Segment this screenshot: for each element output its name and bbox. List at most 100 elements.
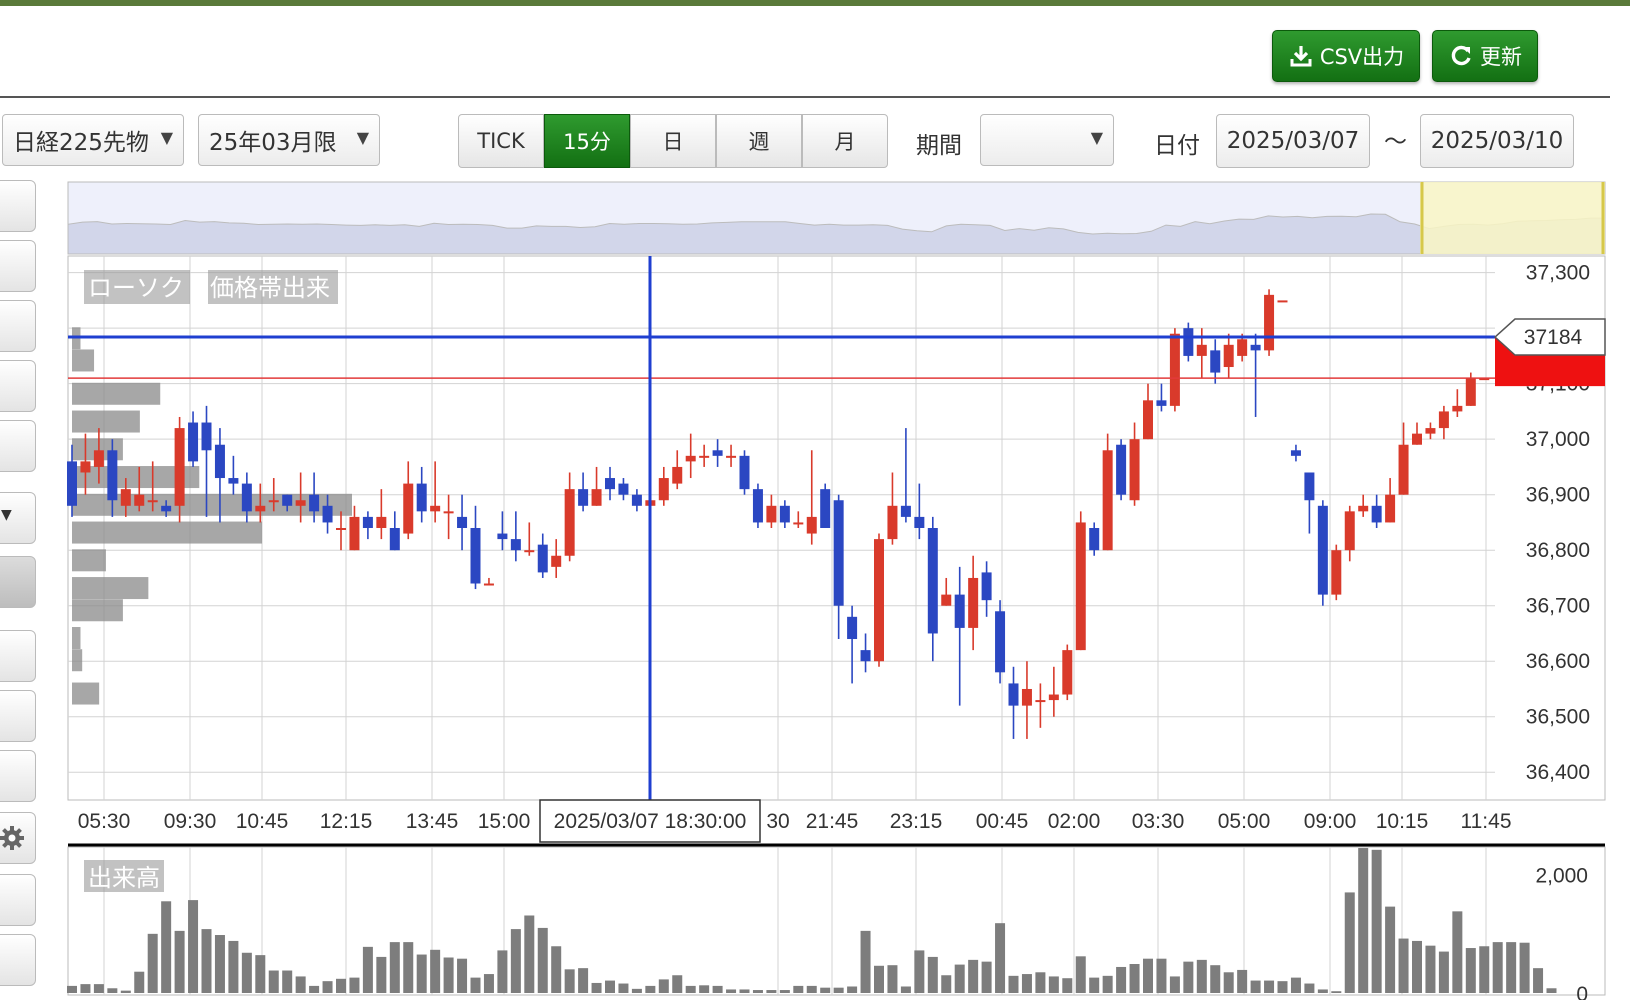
candle-body xyxy=(147,500,158,503)
candle-body xyxy=(1035,700,1046,703)
volume-bar xyxy=(201,929,212,993)
candle-body xyxy=(618,483,629,495)
candle-body xyxy=(282,494,293,506)
volume-bar xyxy=(295,976,306,993)
candle-body xyxy=(403,483,414,534)
price-tick-label: 36,700 xyxy=(1526,595,1590,618)
candle-body xyxy=(201,422,212,451)
candle-body xyxy=(1169,333,1180,406)
time-tick-label: 21:45 xyxy=(806,810,859,833)
candle-body xyxy=(1264,294,1275,351)
volume-bar xyxy=(93,984,104,993)
volume-bar xyxy=(1143,958,1153,993)
candle-body xyxy=(551,555,562,567)
candle-body xyxy=(349,516,360,551)
volume-bar xyxy=(214,935,225,993)
candle-body xyxy=(268,500,279,503)
volume-bar xyxy=(389,942,400,993)
volume-bar xyxy=(806,985,817,993)
candle-body xyxy=(1089,528,1100,551)
candle-body xyxy=(161,505,172,512)
candle-body xyxy=(255,505,266,512)
volume-profile-bar xyxy=(72,521,263,544)
volume-bar xyxy=(631,988,642,993)
volume-profile-bar xyxy=(72,577,149,600)
volume-bar xyxy=(1412,940,1422,993)
volume-bar xyxy=(1304,983,1315,993)
volume-bar xyxy=(1277,981,1288,993)
candle-body xyxy=(1425,428,1436,434)
candle-body xyxy=(1156,400,1167,406)
volume-bar xyxy=(107,988,118,993)
candle-body xyxy=(1250,344,1261,351)
time-tick-label: 12:15 xyxy=(320,810,373,833)
volume-bar xyxy=(524,915,535,993)
volume-bar xyxy=(1290,977,1301,993)
candle-body xyxy=(968,577,979,628)
price-tick-label: 36,800 xyxy=(1526,539,1590,562)
navigator-range-selector[interactable] xyxy=(1420,182,1605,254)
candle-body xyxy=(1196,344,1207,356)
volume-bar xyxy=(968,959,979,993)
volume-bar xyxy=(779,990,790,993)
time-tick-label: 09:00 xyxy=(1304,810,1357,833)
volume-bar xyxy=(699,985,710,993)
volume-bar xyxy=(120,990,131,993)
volume-bar xyxy=(874,965,884,993)
candle-body xyxy=(1290,450,1301,456)
volume-bar xyxy=(995,923,1006,993)
time-tick-label: 09:30 xyxy=(164,810,217,833)
time-tick-label: 10:15 xyxy=(1376,810,1429,833)
price-tick-label: 36,500 xyxy=(1526,706,1590,729)
time-tick-label: 23:15 xyxy=(890,810,943,833)
candle-body xyxy=(672,466,683,484)
volume-bar xyxy=(739,989,750,993)
candle-body xyxy=(1223,344,1234,368)
volume-bar xyxy=(309,985,320,993)
candle-body xyxy=(295,500,306,506)
volume-bar xyxy=(860,930,871,993)
time-tick-label: 10:45 xyxy=(236,810,289,833)
volume-bar xyxy=(1317,989,1328,993)
candle-body xyxy=(1048,694,1059,701)
candle-body xyxy=(941,594,952,606)
candle-body xyxy=(1210,350,1221,373)
time-tick-label: 03:30 xyxy=(1132,810,1185,833)
volume-profile-bar xyxy=(72,627,81,650)
candle-body xyxy=(241,483,252,512)
candle-body xyxy=(887,505,898,540)
volume-bar xyxy=(833,987,844,993)
volume-bar xyxy=(1438,951,1449,993)
volume-bar xyxy=(726,989,737,993)
volume-bar xyxy=(658,979,669,993)
candle-body xyxy=(874,539,884,662)
candle-body xyxy=(524,550,535,553)
candle-body xyxy=(726,455,737,458)
candle-body xyxy=(309,494,320,512)
candle-body xyxy=(80,461,91,473)
candle-body xyxy=(685,455,696,462)
candle-body xyxy=(389,528,400,551)
volume-bar xyxy=(981,961,992,993)
volume-bar xyxy=(1223,972,1234,993)
volume-bar xyxy=(591,982,602,993)
volume-bar xyxy=(927,956,938,993)
price-chart[interactable]: 37,30037,20037,10037,00036,90036,80036,7… xyxy=(0,0,1630,1000)
candle-body xyxy=(631,494,642,506)
candle-body xyxy=(820,489,831,528)
candle-body xyxy=(67,461,77,506)
candle-body xyxy=(134,494,145,506)
volume-bar xyxy=(712,985,723,993)
volume-tick-label: 2,000 xyxy=(1535,865,1588,888)
volume-bar xyxy=(1129,964,1140,993)
candle-body xyxy=(1385,494,1396,523)
candle-body xyxy=(1412,433,1422,445)
volume-bar xyxy=(376,956,387,993)
volume-bar xyxy=(1250,980,1261,993)
volume-tick-label: 0 xyxy=(1576,983,1588,1000)
volume-bar xyxy=(403,942,414,993)
volume-bar xyxy=(282,970,293,993)
candle-body xyxy=(228,478,239,484)
volume-bar xyxy=(80,984,91,993)
candle-body xyxy=(1452,405,1463,412)
